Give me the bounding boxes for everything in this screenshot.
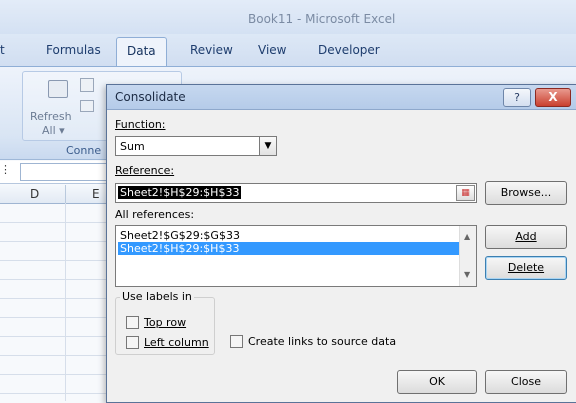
scroll-up-icon[interactable]: ▲ xyxy=(464,232,470,241)
name-box[interactable] xyxy=(20,163,112,181)
grid-row-line xyxy=(0,260,110,261)
function-label: Function: xyxy=(115,118,166,131)
delete-button-label: Delete xyxy=(507,261,545,274)
all-references-list[interactable]: Sheet2!$G$29:$G$33 Sheet2!$H$29:$H$33 ▲ … xyxy=(115,225,477,287)
ribbon-tab-bar: t Formulas Data Review View Developer xyxy=(0,34,576,67)
grid-row-line xyxy=(0,298,110,299)
close-icon[interactable]: X xyxy=(535,88,571,107)
left-column-checkbox[interactable] xyxy=(126,336,139,349)
refresh-icon[interactable] xyxy=(48,80,68,98)
browse-button[interactable]: Browse... xyxy=(485,181,567,205)
ok-button[interactable]: OK xyxy=(397,370,477,394)
function-value: Sum xyxy=(120,140,145,153)
tab-view[interactable]: View xyxy=(258,43,286,57)
reference-value: Sheet2!$H$29:$H$33 xyxy=(118,186,242,199)
tab-developer[interactable]: Developer xyxy=(318,43,380,57)
all-references-label: All references: xyxy=(115,208,195,221)
edit-links-icon[interactable] xyxy=(80,100,94,112)
add-button[interactable]: Add xyxy=(485,225,567,249)
grid-row-line xyxy=(0,317,110,318)
use-labels-group: Use labels in Top row Left column xyxy=(115,290,215,355)
top-row-checkbox[interactable] xyxy=(126,316,139,329)
list-item[interactable]: Sheet2!$G$29:$G$33 xyxy=(118,229,460,242)
excel-title-bar: Book11 - Microsoft Excel xyxy=(0,0,576,34)
tab-formulas[interactable]: Formulas xyxy=(46,43,101,57)
list-item-selected[interactable]: Sheet2!$H$29:$H$33 xyxy=(118,242,460,255)
grid-row-line xyxy=(0,355,110,356)
use-labels-legend: Use labels in xyxy=(120,290,194,303)
connections-group-label: Conne xyxy=(66,144,102,157)
column-e-header[interactable]: E xyxy=(92,187,100,201)
vertical-scrollbar[interactable]: ▲ ▼ xyxy=(459,226,476,286)
chevron-down-icon[interactable]: ▼ xyxy=(259,137,276,155)
tab-home-partial[interactable]: t xyxy=(0,43,5,57)
add-button-label: Add xyxy=(515,230,537,243)
grid-row-line xyxy=(0,374,110,375)
grid-row-line xyxy=(0,279,110,280)
consolidate-dialog: Consolidate ? X Function: Sum ▼ Referenc… xyxy=(106,84,576,403)
delete-button[interactable]: Delete xyxy=(485,256,567,280)
grid-row-line xyxy=(0,222,110,223)
grid-column-line xyxy=(65,203,66,401)
grid-row-line xyxy=(0,336,110,337)
top-row-label[interactable]: Top row xyxy=(144,316,186,329)
reference-input[interactable]: Sheet2!$H$29:$H$33 ▦ xyxy=(115,183,477,203)
left-column-label[interactable]: Left column xyxy=(144,336,209,349)
dialog-title-bar[interactable]: Consolidate ? X xyxy=(107,85,576,110)
function-select[interactable]: Sum ▼ xyxy=(115,136,277,156)
collapse-dialog-icon[interactable]: ▦ xyxy=(456,185,475,201)
grid-row-line xyxy=(0,241,110,242)
tab-data[interactable]: Data xyxy=(116,37,167,66)
create-links-checkbox[interactable] xyxy=(230,335,243,348)
name-box-dropdown-icon[interactable]: ⋮ xyxy=(0,163,14,181)
grid-row-line xyxy=(0,393,110,394)
scroll-down-icon[interactable]: ▼ xyxy=(464,270,470,279)
refresh-all-dropdown[interactable]: All ▾ xyxy=(42,124,65,137)
connections-icon[interactable] xyxy=(80,78,94,92)
reference-label: Reference: xyxy=(115,164,175,177)
column-separator xyxy=(65,185,66,203)
dialog-title: Consolidate xyxy=(115,90,186,104)
refresh-all-label[interactable]: Refresh xyxy=(30,110,72,123)
column-d-header[interactable]: D xyxy=(30,187,39,201)
window-title: Book11 - Microsoft Excel xyxy=(248,12,396,26)
create-links-label[interactable]: Create links to source data xyxy=(248,335,396,348)
help-button[interactable]: ? xyxy=(503,88,531,107)
tab-review[interactable]: Review xyxy=(190,43,233,57)
close-button[interactable]: Close xyxy=(485,370,567,394)
